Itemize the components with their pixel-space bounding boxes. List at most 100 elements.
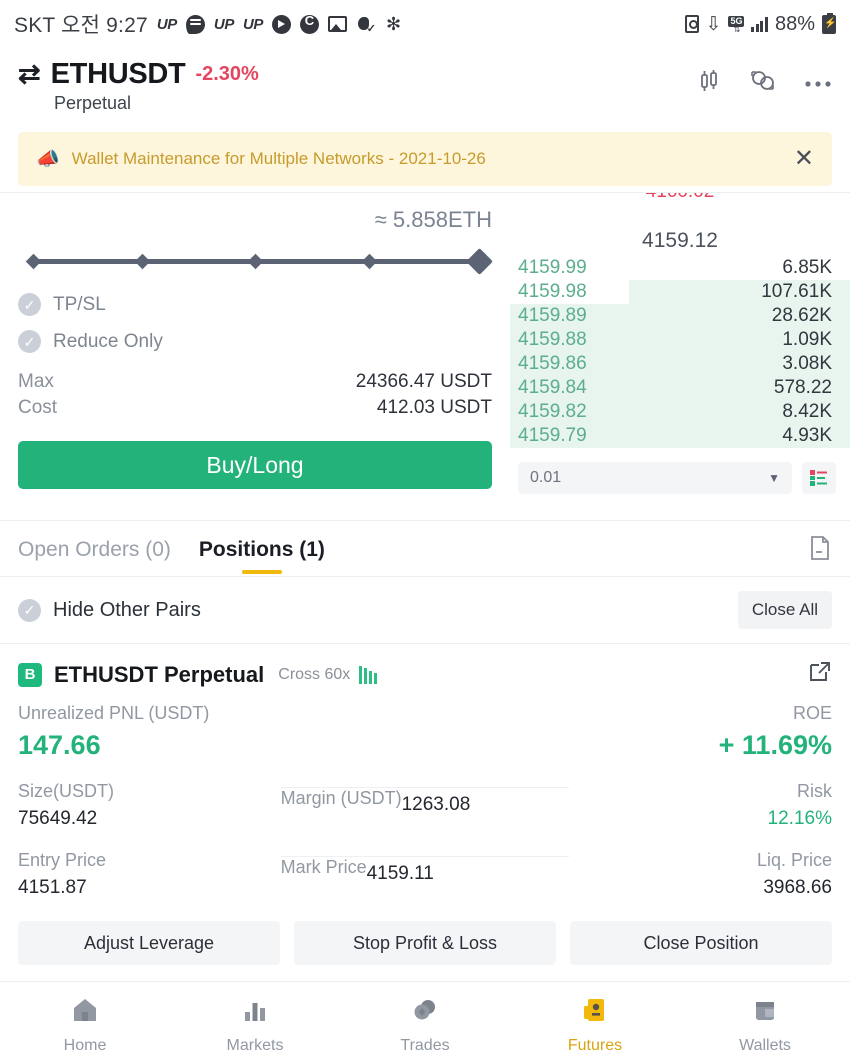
nav-item-wallets[interactable]: Wallets: [680, 996, 850, 1055]
metric-entry-price: Entry Price 4151.87: [18, 850, 281, 899]
pnl-row: Unrealized PNL (USDT) 147.66 ROE + 11.69…: [18, 703, 832, 761]
trades-icon: [411, 996, 439, 1029]
close-icon[interactable]: ✕: [794, 147, 814, 171]
order-book-row[interactable]: 4159.79 4.93K: [510, 424, 850, 448]
slider-tick-75[interactable]: [361, 253, 377, 270]
order-book-amount: 3.08K: [782, 353, 832, 374]
calculator-icon[interactable]: [749, 68, 777, 99]
metric-size: Size(USDT) 75649.42: [18, 781, 281, 830]
slider-track[interactable]: [25, 248, 493, 275]
tab-open-orders[interactable]: Open Orders (0): [18, 538, 171, 574]
order-book-price: 4159.98: [518, 281, 587, 302]
check-icon[interactable]: ✓: [18, 598, 41, 622]
order-book-row[interactable]: 4159.99 6.85K: [510, 256, 850, 280]
nav-label: Trades: [400, 1037, 450, 1054]
nav-item-home[interactable]: Home: [0, 996, 170, 1055]
metric-value: 3968.66: [763, 877, 832, 898]
up-badge-icon-2: UP: [213, 15, 234, 33]
close-position-button[interactable]: Close Position: [570, 921, 832, 965]
nav-label: Wallets: [739, 1037, 791, 1054]
buy-long-button[interactable]: Buy/Long: [18, 441, 492, 489]
banner-text: Wallet Maintenance for Multiple Networks…: [71, 149, 486, 168]
app-screen: SKT 오전 9:27 UP UP UP ✻ ⇩ 5G⇅ 88% ⇄: [0, 0, 850, 1062]
check-icon[interactable]: ✓: [18, 293, 41, 316]
cost-value: 412.03 USDT: [376, 397, 492, 418]
position-leverage[interactable]: Cross 60x: [278, 666, 350, 684]
quantity-slider[interactable]: [18, 233, 493, 279]
adjust-leverage-button[interactable]: Adjust Leverage: [18, 921, 280, 965]
leverage-bars-icon: [359, 665, 378, 684]
cost-row: Cost 412.03 USDT: [18, 397, 492, 419]
order-book-amount: 6.85K: [782, 257, 832, 278]
pair-row[interactable]: ⇄ ETHUSDT -2.30%: [18, 58, 696, 91]
orders-positions-section: Open Orders (0) Positions (1) ✓ Hide Oth…: [0, 520, 850, 643]
nav-item-futures[interactable]: Futures: [510, 996, 680, 1055]
markets-icon: [241, 996, 269, 1029]
tpsl-label: TP/SL: [53, 293, 106, 315]
order-book-price: 4159.84: [518, 377, 587, 398]
pnl-value: 147.66: [18, 730, 101, 760]
carrier-and-time: SKT 오전 9:27: [14, 14, 148, 37]
header-actions: [696, 58, 832, 99]
bluetooth-icon: ⇩: [705, 13, 722, 35]
metrics-row-1: Size(USDT) 75649.42 Margin (USDT) 1263.0…: [18, 781, 832, 830]
order-book-row[interactable]: 4159.86 3.08K: [510, 352, 850, 376]
play-circle-icon: [271, 14, 291, 34]
nav-item-markets[interactable]: Markets: [170, 996, 340, 1055]
position-name: ETHUSDT Perpetual: [54, 661, 265, 687]
slider-thumb[interactable]: [466, 248, 493, 275]
reduce-only-checkbox-row[interactable]: ✓ Reduce Only: [18, 330, 492, 353]
pnl-block: Unrealized PNL (USDT) 147.66: [18, 703, 719, 761]
stop-profit-loss-button[interactable]: Stop Profit & Loss: [294, 921, 556, 965]
order-book-price: 4159.86: [518, 353, 587, 374]
position-actions: Adjust Leverage Stop Profit & Loss Close…: [18, 921, 832, 981]
slider-tick-25[interactable]: [134, 253, 150, 270]
maintenance-banner[interactable]: 📣 Wallet Maintenance for Multiple Networ…: [18, 132, 832, 186]
order-form: ≈ 5.858ETH ✓ TP/SL ✓ Reduce Only Max 243…: [0, 193, 510, 494]
tab-positions[interactable]: Positions (1): [199, 538, 325, 574]
max-label: Max: [18, 371, 54, 392]
check-icon[interactable]: ✓: [18, 330, 41, 353]
order-book-price: 4159.89: [518, 305, 587, 326]
order-book-row[interactable]: 4159.82 8.42K: [510, 400, 850, 424]
up-badge-icon-3: UP: [242, 15, 263, 33]
nav-label: Futures: [567, 1037, 623, 1054]
order-book-amount: 8.42K: [782, 401, 832, 422]
roe-label: ROE: [792, 703, 832, 723]
order-book-row[interactable]: 4159.89 28.62K: [510, 304, 850, 328]
order-book-rows: 4159.99 6.85K 4159.98 107.61K 4159.89 28…: [510, 256, 850, 448]
5g-network-icon: 5G ⇅: [728, 15, 745, 34]
pair-info[interactable]: ⇄ ETHUSDT -2.30% Perpetual: [18, 58, 696, 114]
page-title: ETHUSDT: [50, 58, 186, 90]
metric-label: Liq. Price: [756, 850, 832, 870]
order-history-icon[interactable]: [808, 535, 832, 576]
tpsl-checkbox-row[interactable]: ✓ TP/SL: [18, 293, 492, 316]
price-change-badge: -2.30%: [195, 63, 259, 85]
metric-label: Risk: [797, 781, 832, 801]
battery-charging-icon: [822, 12, 836, 34]
position-header: B ETHUSDT Perpetual Cross 60x: [18, 660, 832, 689]
order-book-row[interactable]: 4159.84 578.22: [510, 376, 850, 400]
fan-icon: ✻: [385, 13, 402, 34]
kakaotalk-icon: [185, 14, 205, 34]
tick-size-select[interactable]: 0.01 ▼: [518, 462, 792, 494]
order-book: 4160.02 4159.12 4159.99 6.85K 4159.98 10…: [510, 193, 850, 494]
candlestick-chart-icon[interactable]: [696, 68, 722, 99]
metric-mark-price: Mark Price 4159.11: [280, 856, 570, 899]
order-book-row[interactable]: 4159.88 1.09K: [510, 328, 850, 352]
chevron-down-icon[interactable]: ▼: [768, 471, 780, 485]
hide-other-pairs-row[interactable]: ✓ Hide Other Pairs Close All: [0, 576, 850, 643]
share-external-icon[interactable]: [808, 660, 832, 689]
swap-icon[interactable]: ⇄: [18, 61, 41, 88]
depth-view-icon[interactable]: [802, 462, 836, 494]
slider-tick-50[interactable]: [247, 253, 264, 270]
slider-tick-0[interactable]: [25, 253, 42, 270]
position-card: B ETHUSDT Perpetual Cross 60x Unrealized…: [0, 643, 850, 981]
order-book-amount: 4.93K: [782, 425, 832, 446]
tab-bar: Open Orders (0) Positions (1): [0, 521, 850, 576]
order-book-row[interactable]: 4159.98 107.61K: [510, 280, 850, 304]
close-all-button[interactable]: Close All: [737, 591, 832, 629]
nav-item-trades[interactable]: Trades: [340, 996, 510, 1055]
more-options-icon[interactable]: [804, 75, 832, 93]
max-value: 24366.47 USDT: [355, 371, 492, 392]
